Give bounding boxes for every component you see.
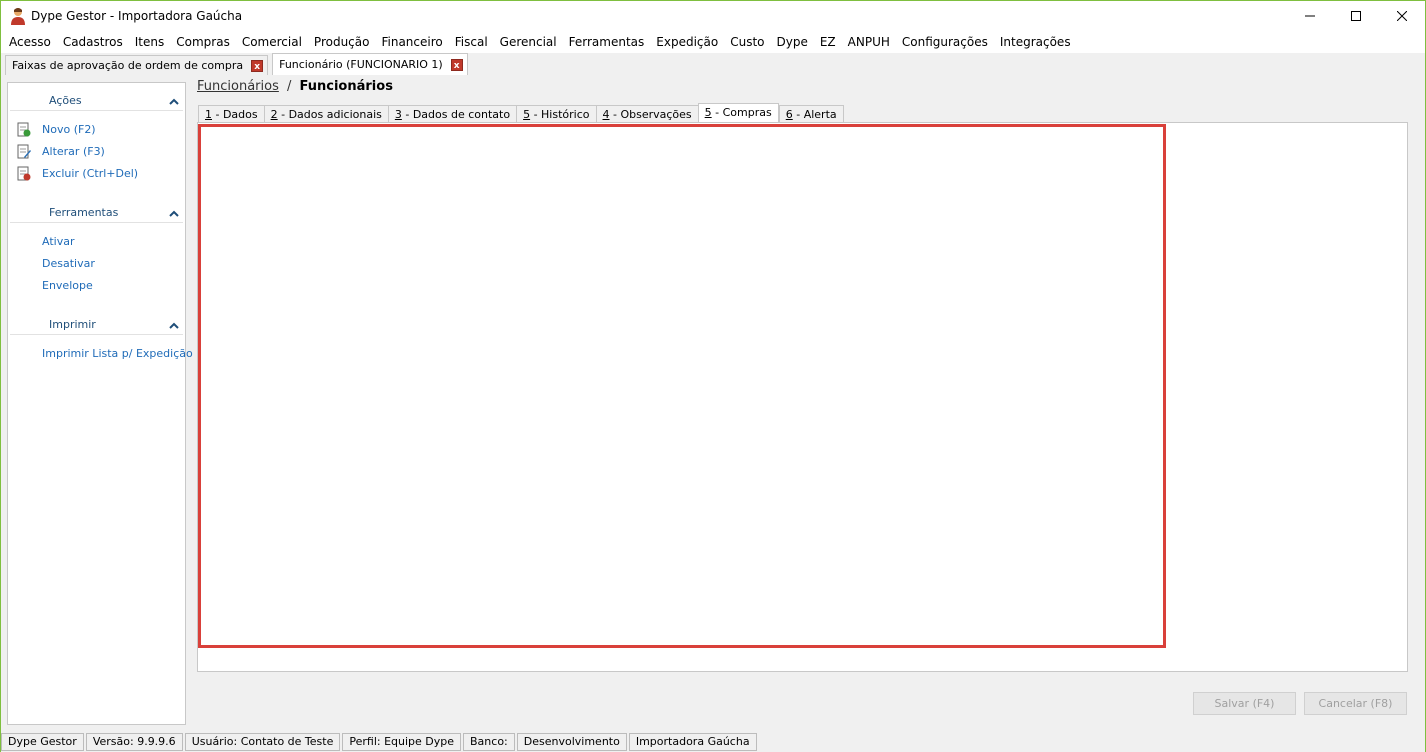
menu-anpuh[interactable]: ANPUH bbox=[842, 31, 896, 53]
menu-dype[interactable]: Dype bbox=[771, 31, 814, 53]
maximize-button[interactable] bbox=[1333, 1, 1379, 31]
menu-expedicao[interactable]: Expedição bbox=[650, 31, 724, 53]
section-acoes[interactable]: Ações bbox=[10, 83, 183, 111]
doc-tab-label: Funcionário (FUNCIONARIO 1) bbox=[279, 58, 443, 71]
page-title: Funcionários bbox=[299, 79, 393, 94]
chevron-up-icon[interactable] bbox=[169, 94, 179, 108]
action-ativar[interactable]: Ativar bbox=[8, 231, 185, 253]
breadcrumb: Funcionários / Funcionários bbox=[197, 79, 393, 94]
close-tab-icon[interactable]: x bbox=[450, 58, 463, 71]
document-tabs: Faixas de aprovação de ordem de compra x… bbox=[1, 53, 1425, 75]
cancel-button[interactable]: Cancelar (F8) bbox=[1304, 692, 1407, 715]
main-content: Funcionários / Funcionários 1 - Dados 2 … bbox=[191, 75, 1423, 725]
action-label: Alterar (F3) bbox=[42, 145, 105, 158]
menu-gerencial[interactable]: Gerencial bbox=[494, 31, 563, 53]
action-novo[interactable]: Novo (F2) bbox=[8, 119, 185, 141]
close-icon bbox=[1397, 11, 1407, 21]
window-title: Dype Gestor - Importadora Gaúcha bbox=[31, 9, 243, 23]
document-delete-icon bbox=[17, 166, 31, 181]
minimize-button[interactable] bbox=[1287, 1, 1333, 31]
action-label: Ativar bbox=[42, 235, 75, 248]
person-icon bbox=[10, 7, 26, 25]
menu-producao[interactable]: Produção bbox=[308, 31, 376, 53]
menu-comercial[interactable]: Comercial bbox=[236, 31, 308, 53]
breadcrumb-separator: / bbox=[287, 79, 292, 94]
status-company: Importadora Gaúcha bbox=[628, 733, 757, 751]
highlight-box bbox=[198, 124, 1166, 648]
tab-compras[interactable]: 5 - Compras bbox=[697, 103, 779, 123]
doc-tab-label: Faixas de aprovação de ordem de compra bbox=[12, 59, 244, 72]
chevron-up-icon[interactable] bbox=[169, 206, 179, 220]
action-label: Envelope bbox=[42, 279, 93, 292]
section-ferramentas[interactable]: Ferramentas bbox=[10, 195, 183, 223]
save-button[interactable]: Salvar (F4) bbox=[1193, 692, 1296, 715]
tab-dados-contato[interactable]: 3 - Dados de contato bbox=[387, 105, 517, 123]
document-edit-icon bbox=[17, 144, 31, 159]
menu-fiscal[interactable]: Fiscal bbox=[449, 31, 494, 53]
menu-ferramentas[interactable]: Ferramentas bbox=[563, 31, 651, 53]
chevron-up-icon[interactable] bbox=[169, 318, 179, 332]
status-profile: Perfil: Equipe Dype bbox=[342, 733, 462, 751]
section-title: Ações bbox=[49, 94, 82, 107]
tab-historico[interactable]: 5 - Histórico bbox=[516, 105, 596, 123]
app-window: Dype Gestor - Importadora Gaúcha Acesso … bbox=[0, 0, 1426, 752]
action-label: Excluir (Ctrl+Del) bbox=[42, 167, 139, 180]
action-excluir[interactable]: Excluir (Ctrl+Del) bbox=[8, 163, 185, 185]
status-user: Usuário: Contato de Teste bbox=[184, 733, 341, 751]
close-tab-icon[interactable]: x bbox=[251, 59, 264, 72]
tab-observacoes[interactable]: 4 - Observações bbox=[595, 105, 698, 123]
section-imprimir[interactable]: Imprimir bbox=[10, 307, 183, 335]
status-app: Dype Gestor bbox=[1, 733, 84, 751]
maximize-icon bbox=[1351, 11, 1361, 21]
close-button[interactable] bbox=[1379, 1, 1425, 31]
menu-ez[interactable]: EZ bbox=[814, 31, 842, 53]
menu-cadastros[interactable]: Cadastros bbox=[57, 31, 129, 53]
breadcrumb-link[interactable]: Funcionários bbox=[197, 79, 279, 94]
tab-dados[interactable]: 1 - Dados bbox=[198, 105, 264, 123]
menu-custo[interactable]: Custo bbox=[724, 31, 770, 53]
doc-tab-faixas[interactable]: Faixas de aprovação de ordem de compra x bbox=[5, 55, 269, 75]
menu-financeiro[interactable]: Financeiro bbox=[375, 31, 448, 53]
menu-acesso[interactable]: Acesso bbox=[3, 31, 57, 53]
menu-integracoes[interactable]: Integrações bbox=[994, 31, 1077, 53]
doc-tab-funcionario[interactable]: Funcionário (FUNCIONARIO 1) x bbox=[272, 53, 468, 75]
action-envelope[interactable]: Envelope bbox=[8, 275, 185, 297]
status-database: Desenvolvimento bbox=[516, 733, 627, 751]
action-imprimir-lista[interactable]: Imprimir Lista p/ Expedição bbox=[8, 343, 193, 365]
tab-alerta[interactable]: 6 - Alerta bbox=[778, 105, 844, 123]
minimize-icon bbox=[1305, 15, 1315, 17]
section-title: Imprimir bbox=[49, 318, 96, 331]
menu-configuracoes[interactable]: Configurações bbox=[896, 31, 994, 53]
action-alterar[interactable]: Alterar (F3) bbox=[8, 141, 185, 163]
action-label: Novo (F2) bbox=[42, 123, 96, 136]
status-database-label: Banco: bbox=[463, 733, 515, 751]
tab-dados-adicionais[interactable]: 2 - Dados adicionais bbox=[263, 105, 388, 123]
menu-compras[interactable]: Compras bbox=[170, 31, 236, 53]
tab-panel-compras bbox=[197, 122, 1408, 672]
action-label: Imprimir Lista p/ Expedição bbox=[42, 347, 193, 360]
title-bar: Dype Gestor - Importadora Gaúcha bbox=[1, 1, 1425, 31]
document-add-icon bbox=[17, 122, 31, 137]
action-label: Desativar bbox=[42, 257, 95, 270]
status-version: Versão: 9.9.9.6 bbox=[85, 733, 183, 751]
section-title: Ferramentas bbox=[49, 206, 119, 219]
status-bar: Dype Gestor Versão: 9.9.9.6 Usuário: Con… bbox=[1, 732, 1425, 752]
menu-itens[interactable]: Itens bbox=[129, 31, 170, 53]
page-tabs: 1 - Dados 2 - Dados adicionais 3 - Dados… bbox=[198, 103, 844, 123]
sidebar: Ações Novo (F2) Alterar (F3) Excluir (Ct… bbox=[7, 82, 193, 725]
menu-bar: Acesso Cadastros Itens Compras Comercial… bbox=[1, 31, 1425, 53]
action-desativar[interactable]: Desativar bbox=[8, 253, 185, 275]
